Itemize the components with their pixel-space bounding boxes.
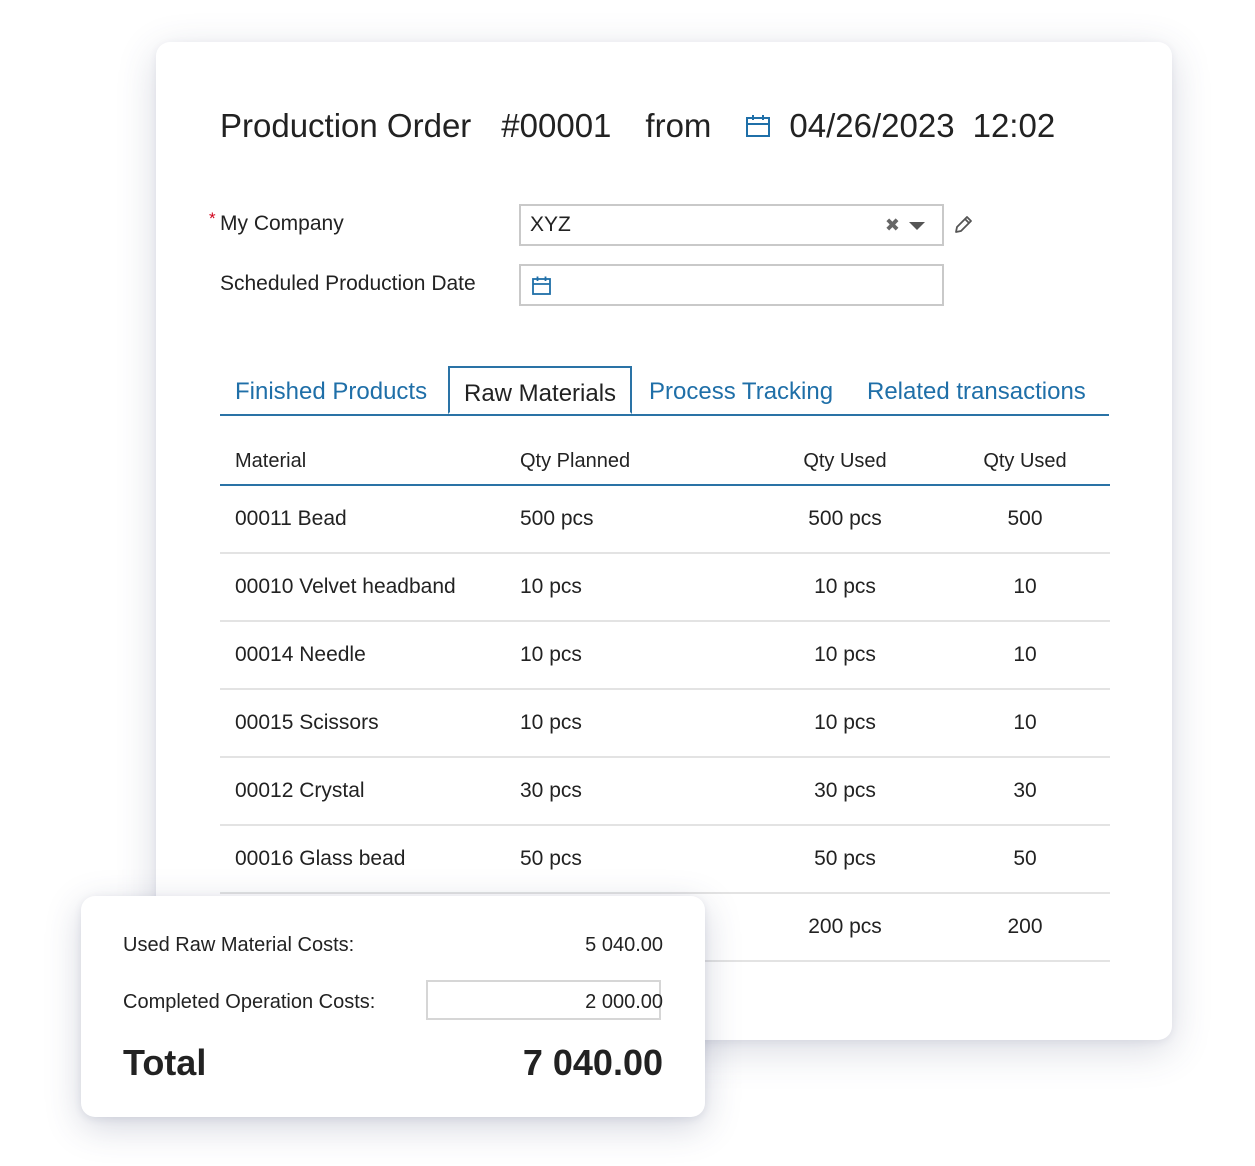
table-row[interactable]: 00015 Scissors 10 pcs 10 pcs 10 xyxy=(220,689,1110,758)
material-cell: 00016 Glass bead xyxy=(220,825,520,894)
qty-used-cell: 10 pcs xyxy=(750,553,940,622)
qty-used-number-cell: 200 xyxy=(940,893,1110,962)
tab-process-tracking[interactable]: Process Tracking xyxy=(649,378,833,406)
total-label: Total xyxy=(123,1042,207,1083)
material-cell: 00011 Bead xyxy=(220,485,520,554)
qty-used-number-cell: 10 xyxy=(940,553,1110,622)
qty-used-cell: 10 pcs xyxy=(750,689,940,758)
company-label-text: My Company xyxy=(220,212,344,235)
qty-used-number-cell: 500 xyxy=(940,485,1110,554)
table-row[interactable]: 00014 Needle 10 pcs 10 pcs 10 xyxy=(220,621,1110,690)
order-time[interactable]: 12:02 xyxy=(973,107,1056,145)
qty-used-number-cell: 50 xyxy=(940,825,1110,894)
material-cell: 00012 Crystal xyxy=(220,757,520,826)
table-row[interactable]: 00016 Glass bead 50 pcs 50 pcs 50 xyxy=(220,825,1110,894)
qty-planned-cell: 10 pcs xyxy=(520,621,750,690)
cost-summary-card: Used Raw Material Costs: 5 040.00 Comple… xyxy=(81,896,705,1117)
order-date[interactable]: 04/26/2023 xyxy=(789,107,954,145)
completed-operation-costs-value: 2 000.00 xyxy=(585,991,663,1013)
qty-planned-cell: 500 pcs xyxy=(520,485,750,554)
company-label: * My Company xyxy=(209,209,344,236)
column-header-qty-used[interactable]: Qty Used xyxy=(750,438,940,486)
table-header-row: Material Qty Planned Qty Used Qty Used xyxy=(220,438,1110,486)
required-marker: * xyxy=(209,209,216,228)
edit-pencil-icon[interactable] xyxy=(952,214,974,241)
qty-used-cell: 10 pcs xyxy=(750,621,940,690)
qty-used-number-cell: 10 xyxy=(940,689,1110,758)
tab-finished-products[interactable]: Finished Products xyxy=(235,378,427,406)
scheduled-date-input[interactable] xyxy=(519,264,944,306)
qty-used-number-cell: 10 xyxy=(940,621,1110,690)
company-select[interactable]: XYZ ✖ xyxy=(519,204,944,246)
material-cell: 00014 Needle xyxy=(220,621,520,690)
raw-materials-table: Material Qty Planned Qty Used Qty Used 0… xyxy=(220,438,1110,962)
qty-planned-cell: 10 pcs xyxy=(520,689,750,758)
table-row[interactable]: 00012 Crystal 30 pcs 30 pcs 30 xyxy=(220,757,1110,826)
calendar-icon[interactable] xyxy=(531,275,552,301)
column-header-qty-planned[interactable]: Qty Planned xyxy=(520,438,750,486)
total-value: 7 040.00 xyxy=(522,1042,663,1083)
page-title: Production Order #00001 from 04/26/2023 … xyxy=(220,104,1055,148)
clear-icon[interactable]: ✖ xyxy=(885,215,900,236)
qty-used-cell: 30 pcs xyxy=(750,757,940,826)
from-label: from xyxy=(645,107,712,144)
order-number: #00001 xyxy=(501,107,612,144)
scheduled-date-label: Scheduled Production Date xyxy=(220,272,476,295)
qty-used-cell: 200 pcs xyxy=(750,893,940,962)
company-select-value: XYZ xyxy=(530,213,571,236)
qty-planned-cell: 10 pcs xyxy=(520,553,750,622)
column-header-material[interactable]: Material xyxy=(220,438,520,486)
tab-related-transactions[interactable]: Related transactions xyxy=(867,378,1086,406)
tab-raw-materials[interactable]: Raw Materials xyxy=(448,366,633,414)
qty-planned-cell: 30 pcs xyxy=(520,757,750,826)
qty-planned-cell: 50 pcs xyxy=(520,825,750,894)
chevron-down-icon[interactable] xyxy=(909,222,925,230)
used-raw-material-costs-label: Used Raw Material Costs: xyxy=(123,934,355,956)
used-raw-material-costs-value: 5 040.00 xyxy=(585,934,663,956)
table-row[interactable]: 00011 Bead 500 pcs 500 pcs 500 xyxy=(220,485,1110,554)
tab-bar: Finished Products Raw Materials Process … xyxy=(220,366,1109,416)
calendar-icon[interactable] xyxy=(745,113,771,139)
material-cell: 00010 Velvet headband xyxy=(220,553,520,622)
column-header-qty-used-number[interactable]: Qty Used xyxy=(940,438,1110,486)
production-order-card: Production Order #00001 from 04/26/2023 … xyxy=(156,42,1172,1040)
completed-operation-costs-label: Completed Operation Costs: xyxy=(123,991,376,1013)
qty-used-cell: 50 pcs xyxy=(750,825,940,894)
qty-used-number-cell: 30 xyxy=(940,757,1110,826)
material-cell: 00015 Scissors xyxy=(220,689,520,758)
qty-used-cell: 500 pcs xyxy=(750,485,940,554)
table-row[interactable]: 00010 Velvet headband 10 pcs 10 pcs 10 xyxy=(220,553,1110,622)
document-type: Production Order xyxy=(220,107,472,144)
